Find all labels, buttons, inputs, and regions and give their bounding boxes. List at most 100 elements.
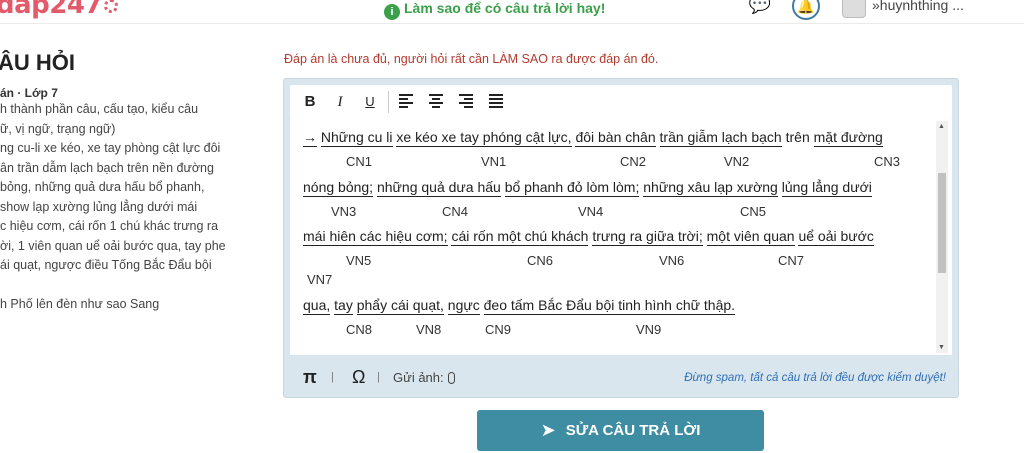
question-line: h Phố lên đèn như sao Sang — [0, 297, 160, 311]
editor-toolbar: B I U — [290, 85, 952, 119]
math-formula-button[interactable]: π — [303, 367, 317, 388]
send-icon: ➤ — [540, 420, 556, 440]
question-line: ân trần dẫm lạch bạch trên nền đường — [0, 160, 214, 175]
grammar-label: CN2 — [620, 154, 647, 169]
question-line: c hiệu cơm, cái rốn 1 chú khác trưng ra — [0, 219, 219, 233]
answer-segment: cái rốn một chú khách — [451, 228, 589, 246]
grammar-label: CN4 — [442, 204, 469, 219]
editor-content[interactable]: → Những cu li xe kéo xe tay phóng cật lự… — [290, 119, 952, 355]
grammar-label: CN1 — [346, 154, 373, 169]
hint-text: Làm sao để có câu trả lời hay! — [404, 0, 606, 16]
question-meta: án · Lớp 7 — [0, 86, 58, 100]
answer-segment: lủng lẳng dưới — [781, 179, 872, 197]
underline-button[interactable]: U — [360, 92, 380, 112]
avatar[interactable] — [842, 0, 866, 18]
chat-icon[interactable]: 💬 — [746, 0, 774, 20]
align-left-button[interactable] — [396, 92, 416, 112]
grammar-label: VN2 — [724, 154, 750, 169]
footer-divider: | — [377, 371, 380, 383]
question-title: ÂU HỎI — [0, 50, 75, 75]
username-text: huynhthing ... — [879, 0, 964, 13]
answer-segment: mái hiên các hiệu cơm; — [303, 228, 448, 246]
align-right-icon — [459, 94, 473, 108]
grammar-label: VN8 — [416, 322, 442, 337]
question-line: show lạp xường lủng lẳng dưới mái — [0, 199, 198, 214]
question-body: h thành phần câu, cấu tạo, kiểu câu ữ, v… — [0, 100, 250, 315]
answer-segment: qua, — [303, 297, 331, 315]
answer-line-1: → Những cu li xe kéo xe tay phóng cật lự… — [303, 129, 883, 147]
answer-line-3: mái hiên các hiệu cơm; cái rốn một chú k… — [303, 228, 874, 246]
italic-button[interactable]: I — [330, 92, 350, 112]
scroll-down-icon[interactable]: ▼ — [938, 344, 945, 351]
question-line: bỏng, những quả dưa hấu bổ phanh, — [0, 180, 205, 194]
info-icon: i — [384, 4, 400, 20]
logo-text: dap247 — [0, 0, 103, 20]
justify-button[interactable] — [486, 92, 506, 112]
bold-button[interactable]: B — [300, 92, 320, 112]
grammar-label: VN7 — [307, 272, 333, 287]
answer-segment: tay — [334, 297, 353, 315]
question-line — [0, 276, 250, 296]
bell-icon[interactable]: 🔔 — [792, 0, 820, 20]
user-menu[interactable]: »huynhthing ... — [872, 0, 964, 13]
grammar-label: VN4 — [578, 204, 604, 219]
top-bar: dap247 i Làm sao để có câu trả lời hay! 💬… — [0, 0, 1024, 24]
answer-segment: một viên quan — [706, 228, 795, 246]
answer-segment: những xâu lạp xường — [643, 179, 778, 197]
align-right-button[interactable] — [456, 92, 476, 112]
scroll-thumb[interactable] — [938, 173, 946, 273]
scroll-up-icon[interactable]: ▲ — [938, 123, 945, 130]
question-panel: ÂU HỎI án · Lớp 7 h thành phần câu, cấu … — [0, 50, 250, 315]
toolbar-divider — [388, 91, 389, 113]
grammar-label: VN5 — [346, 253, 372, 268]
chevron-down-icon: » — [872, 0, 880, 13]
answer-segment: ngực — [447, 297, 480, 315]
answer-segment: đeo tấm Bắc Đẩu bội tinh hình chữ thập. — [483, 297, 736, 315]
grammar-label: CN7 — [778, 253, 805, 268]
submit-answer-button[interactable]: ➤ SỬA CÂU TRẢ LỜI — [477, 410, 764, 451]
answer-line-2: nóng bỏng; những quả dưa hấu bổ phanh đỏ… — [303, 179, 872, 197]
grammar-label: CN5 — [740, 204, 767, 219]
arrow-icon: → — [303, 129, 317, 147]
answer-line-4: qua, tay phẩy cái quạt, ngực đeo tấm Bắc… — [303, 297, 736, 315]
upload-image-button[interactable]: Gửi ảnh: — [393, 370, 455, 385]
hint-link[interactable]: i Làm sao để có câu trả lời hay! — [384, 0, 605, 20]
grammar-label: CN9 — [485, 322, 512, 337]
grammar-label: CN6 — [527, 253, 554, 268]
question-line: ời, 1 viên quan uể oải bước qua, tay phe — [0, 238, 226, 253]
upload-label: Gửi ảnh: — [393, 370, 444, 385]
answer-segment: trên — [785, 129, 810, 145]
answer-editor: B I U → Những cu li xe kéo xe tay phóng … — [283, 78, 959, 398]
align-left-icon — [399, 94, 413, 108]
align-center-button[interactable] — [426, 92, 446, 112]
answer-segment: phẩy cái quạt, — [356, 297, 444, 315]
justify-icon — [489, 94, 503, 108]
editor-scrollbar[interactable]: ▲ ▼ — [936, 121, 948, 353]
answer-segment: Những cu li — [320, 129, 393, 147]
logo-flower-icon — [104, 0, 119, 13]
answer-segment: đôi bàn chân — [575, 129, 656, 147]
question-line: ữ, vị ngữ, trạng ngữ) — [0, 121, 116, 136]
answer-segment: nóng bỏng; — [303, 179, 374, 197]
paperclip-icon — [447, 372, 455, 384]
question-line: h thành phần câu, cấu tạo, kiểu câu — [0, 102, 199, 116]
question-line: ng cu-li xe kéo, xe tay phòng cật lực đô… — [0, 141, 221, 155]
site-logo[interactable]: dap247 — [0, 0, 119, 20]
answer-note: Đáp án là chưa đủ, người hỏi rất cần LÀM… — [284, 52, 659, 66]
align-center-icon — [429, 94, 443, 108]
footer-divider: | — [331, 371, 334, 383]
answer-segment: những quả dưa hấu — [376, 179, 501, 197]
answer-segment: xe kéo xe tay phóng cật lực, — [396, 129, 572, 147]
spam-notice: Đừng spam, tất cả câu trả lời đều được k… — [684, 372, 946, 384]
answer-segment: trần giẫm lạch bạch — [659, 129, 782, 147]
answer-segment: mặt đường — [813, 129, 883, 147]
editor-footer: π | Ω | Gửi ảnh: Đừng spam, tất cả câu t… — [290, 361, 952, 393]
answer-segment: bổ phanh đỏ lòm lòm; — [504, 179, 640, 197]
answer-segment: uể oải bước — [798, 228, 874, 246]
grammar-label: VN6 — [659, 253, 685, 268]
grammar-label: CN8 — [346, 322, 373, 337]
answer-segment: trưng ra giữa trời; — [592, 228, 703, 246]
special-chars-button[interactable]: Ω — [352, 367, 365, 388]
grammar-label: CN3 — [874, 154, 901, 169]
grammar-label: VN1 — [481, 154, 507, 169]
